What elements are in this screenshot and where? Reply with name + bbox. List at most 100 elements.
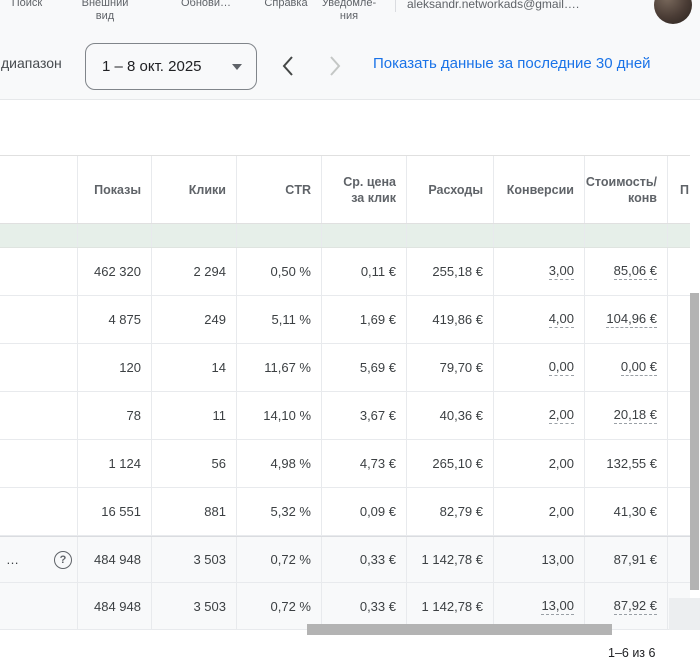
cpc-value: 5,69 € [360, 360, 396, 375]
ctr-total: 0,72 % [271, 552, 311, 567]
header-clicks[interactable]: Клики [152, 156, 237, 223]
cost-total: 1 142,78 € [422, 552, 483, 567]
cost-per-conv-value[interactable]: 85,06 € [614, 263, 657, 280]
cost-total: 1 142,78 € [422, 599, 483, 614]
show-last-30-days-link[interactable]: Показать данные за последние 30 дней [373, 55, 651, 72]
ctr-value: 5,32 % [271, 504, 311, 519]
chevron-down-icon [232, 64, 242, 70]
summary-strip-row [0, 224, 690, 248]
table-row-4: 78 11 14,10 % 3,67 € 40,36 € 2,00 20,18 … [0, 392, 690, 440]
cost-value: 265,10 € [432, 456, 483, 471]
clicks-total: 3 503 [193, 552, 226, 567]
google-ads-window: Поиск Внешний вид Обнови… Справка Уведом… [0, 0, 700, 660]
cpc-value: 0,09 € [360, 504, 396, 519]
cpc-value: 4,73 € [360, 456, 396, 471]
table-row-1: 462 320 2 294 0,50 % 0,11 € 255,18 € 3,0… [0, 248, 690, 296]
cpc-total: 0,33 € [360, 599, 396, 614]
cost-value: 82,79 € [440, 504, 483, 519]
header-name-column [0, 156, 78, 223]
vertical-scrollbar-thumb[interactable] [690, 293, 699, 590]
clicks-value: 11 [213, 408, 227, 423]
cost-per-conv-value[interactable]: 20,18 € [614, 407, 657, 424]
scrollbar-corner [669, 598, 700, 630]
nav-search[interactable]: Поиск [12, 0, 42, 10]
help-icon[interactable]: ? [54, 551, 72, 569]
header-next-column-clipped: П [668, 156, 690, 223]
impressions-value: 1 124 [108, 456, 141, 471]
nav-notifications[interactable]: Уведомле- ния [322, 0, 376, 23]
ctr-value: 0,50 % [271, 264, 311, 279]
cost-value: 255,18 € [432, 264, 483, 279]
impressions-value: 462 320 [94, 264, 141, 279]
user-avatar[interactable] [654, 0, 692, 24]
conversions-value[interactable]: 4,00 [549, 311, 574, 328]
impressions-total: 484 948 [94, 599, 141, 614]
table-row-6: 16 551 881 5,32 % 0,09 € 82,79 € 2,00 41… [0, 488, 690, 536]
clicks-value: 881 [204, 504, 226, 519]
conversions-total[interactable]: 13,00 [541, 598, 574, 615]
totals-row-account: 484 948 3 503 0,72 % 0,33 € 1 142,78 € 1… [0, 583, 690, 630]
ctr-value: 11,67 % [264, 360, 311, 375]
next-period-button[interactable] [321, 52, 347, 80]
previous-period-button[interactable] [276, 52, 302, 80]
horizontal-scrollbar-thumb[interactable] [307, 624, 612, 635]
header-conversions[interactable]: Конверсии [494, 156, 585, 223]
clicks-value: 2 294 [193, 264, 226, 279]
cost-value: 40,36 € [440, 408, 483, 423]
impressions-value: 120 [119, 360, 141, 375]
cost-per-conv-value: 132,55 € [606, 456, 657, 471]
cost-per-conv-value: 41,30 € [614, 504, 657, 519]
conversions-value[interactable]: 3,00 [549, 263, 574, 280]
cpc-value: 1,69 € [360, 312, 396, 327]
totals-label-clipped: … [6, 552, 20, 567]
table-row-5: 1 124 56 4,98 % 4,73 € 265,10 € 2,00 132… [0, 440, 690, 488]
header-cost-per-conv[interactable]: Стоимость/конв [585, 156, 668, 223]
impressions-value: 16 551 [101, 504, 141, 519]
clicks-value: 56 [212, 456, 226, 471]
cost-per-conv-value[interactable]: 104,96 € [606, 311, 657, 328]
header-avg-cpc[interactable]: Ср. ценаза клик [322, 156, 407, 223]
ctr-value: 4,98 % [271, 456, 311, 471]
clicks-value: 249 [204, 312, 226, 327]
cost-value: 419,86 € [432, 312, 483, 327]
metrics-table: Показы Клики CTR Ср. ценаза клик Расходы… [0, 155, 690, 630]
cost-per-conv-total[interactable]: 87,92 € [614, 598, 657, 615]
nav-refresh[interactable]: Обнови… [181, 0, 231, 10]
date-range-selector[interactable]: 1 – 8 окт. 2025 [85, 43, 257, 90]
conversions-value: 2,00 [549, 504, 574, 519]
date-range-label: диапазон [1, 55, 62, 71]
conversions-value: 2,00 [549, 456, 574, 471]
cpc-value: 3,67 € [360, 408, 396, 423]
impressions-value: 78 [127, 408, 141, 423]
table-row-3: 120 14 11,67 % 5,69 € 79,70 € 0,00 0,00 … [0, 344, 690, 392]
header-cost[interactable]: Расходы [407, 156, 494, 223]
clicks-total: 3 503 [193, 599, 226, 614]
nav-help[interactable]: Справка [264, 0, 307, 10]
impressions-total: 484 948 [94, 552, 141, 567]
chevron-left-icon [276, 52, 302, 80]
topbar-divider [395, 0, 396, 12]
conversions-value[interactable]: 0,00 [549, 359, 574, 376]
impressions-value: 4 875 [108, 312, 141, 327]
chevron-right-icon [321, 52, 347, 80]
ctr-total: 0,72 % [271, 599, 311, 614]
account-email[interactable]: aleksandr.networkads@gmail…. [407, 0, 649, 11]
cpc-total: 0,33 € [360, 552, 396, 567]
header-impressions[interactable]: Показы [78, 156, 152, 223]
table-row-2: 4 875 249 5,11 % 1,69 € 419,86 € 4,00 10… [0, 296, 690, 344]
date-range-value: 1 – 8 окт. 2025 [102, 58, 202, 75]
totals-row-filtered: … ? 484 948 3 503 0,72 % 0,33 € 1 142,78… [0, 536, 690, 583]
nav-appearance[interactable]: Внешний вид [82, 0, 129, 23]
ctr-value: 14,10 % [263, 408, 311, 423]
header-ctr[interactable]: CTR [237, 156, 322, 223]
conversions-total: 13,00 [541, 552, 574, 567]
clicks-value: 14 [212, 360, 226, 375]
table-header-row: Показы Клики CTR Ср. ценаза клик Расходы… [0, 156, 690, 224]
cost-per-conv-total: 87,91 € [614, 552, 657, 567]
top-header: Поиск Внешний вид Обнови… Справка Уведом… [0, 0, 700, 100]
cost-value: 79,70 € [440, 360, 483, 375]
conversions-value[interactable]: 2,00 [549, 407, 574, 424]
ctr-value: 5,11 % [271, 312, 311, 327]
cost-per-conv-value[interactable]: 0,00 € [621, 359, 657, 376]
pagination-status: 1–6 из 6 [608, 646, 655, 660]
